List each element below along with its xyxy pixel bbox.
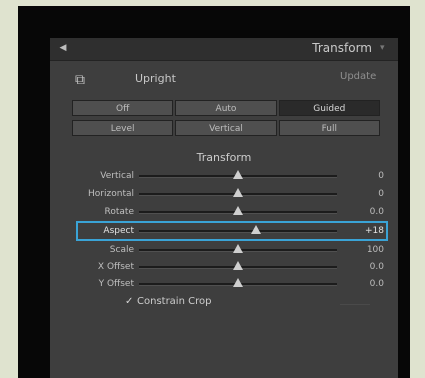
slider-track[interactable] xyxy=(139,170,337,179)
slider-value[interactable]: 0 xyxy=(344,187,384,201)
mode-auto-button[interactable]: Auto xyxy=(175,100,277,116)
collapse-triangle-icon[interactable]: ◀ xyxy=(57,42,69,54)
panel-header[interactable]: ◀ Transform ▾ xyxy=(50,38,398,61)
mode-level-button[interactable]: Level xyxy=(72,120,174,136)
slider-thumb[interactable] xyxy=(233,261,243,270)
mode-vertical-button[interactable]: Vertical xyxy=(175,120,277,136)
slider-thumb[interactable] xyxy=(233,278,243,287)
slider-value[interactable]: 0.0 xyxy=(344,260,384,274)
slider-row-scale: Scale 100 xyxy=(50,243,398,257)
slider-value[interactable]: 0 xyxy=(344,169,384,183)
slider-track[interactable] xyxy=(139,278,337,287)
slider-row-rotate: Rotate 0.0 xyxy=(50,205,398,219)
slider-label: Scale xyxy=(109,245,134,255)
mode-full-button[interactable]: Full xyxy=(278,120,380,136)
update-button[interactable]: Update xyxy=(340,71,376,82)
upright-tool-icon[interactable]: ⧉ xyxy=(72,72,88,88)
upright-label: Upright xyxy=(135,72,176,85)
upright-mode-row-2: Level Vertical Full xyxy=(72,120,380,136)
slider-track[interactable] xyxy=(139,206,337,215)
slider-thumb[interactable] xyxy=(233,244,243,253)
panel-switch-icon[interactable]: ▾ xyxy=(380,43,390,54)
checkmark-icon[interactable]: ✓ xyxy=(125,297,135,307)
slider-track[interactable] xyxy=(139,188,337,197)
slider-thumb[interactable] xyxy=(233,206,243,215)
transform-section-label: Transform xyxy=(196,151,252,164)
slider-row-x-offset: X Offset 0.0 xyxy=(50,260,398,274)
aspect-highlight-box xyxy=(76,221,388,241)
upright-mode-row-1: Off Auto Guided xyxy=(72,100,380,116)
slider-row-horizontal: Horizontal 0 xyxy=(50,187,398,201)
slider-thumb[interactable] xyxy=(233,170,243,179)
slider-value[interactable]: 100 xyxy=(344,243,384,257)
slider-value[interactable]: 0.0 xyxy=(344,277,384,291)
slider-track[interactable] xyxy=(139,244,337,253)
slider-value[interactable]: 0.0 xyxy=(344,205,384,219)
slider-thumb[interactable] xyxy=(233,188,243,197)
constrain-crop-label[interactable]: Constrain Crop xyxy=(137,296,211,307)
slider-label: Vertical xyxy=(100,171,134,181)
mode-guided-button[interactable]: Guided xyxy=(278,100,380,116)
transform-panel: ◀ Transform ▾ ⧉ Upright Update Off Auto … xyxy=(50,38,398,378)
slider-row-vertical: Vertical 0 xyxy=(50,169,398,183)
mode-off-button[interactable]: Off xyxy=(72,100,174,116)
slider-label: Rotate xyxy=(104,207,134,217)
slider-track[interactable] xyxy=(139,261,337,270)
slider-row-y-offset: Y Offset 0.0 xyxy=(50,277,398,291)
slider-label: Y Offset xyxy=(98,279,134,289)
divider xyxy=(340,298,370,305)
slider-label: X Offset xyxy=(97,262,134,272)
panel-title: Transform xyxy=(312,41,372,55)
slider-label: Horizontal xyxy=(88,189,134,199)
